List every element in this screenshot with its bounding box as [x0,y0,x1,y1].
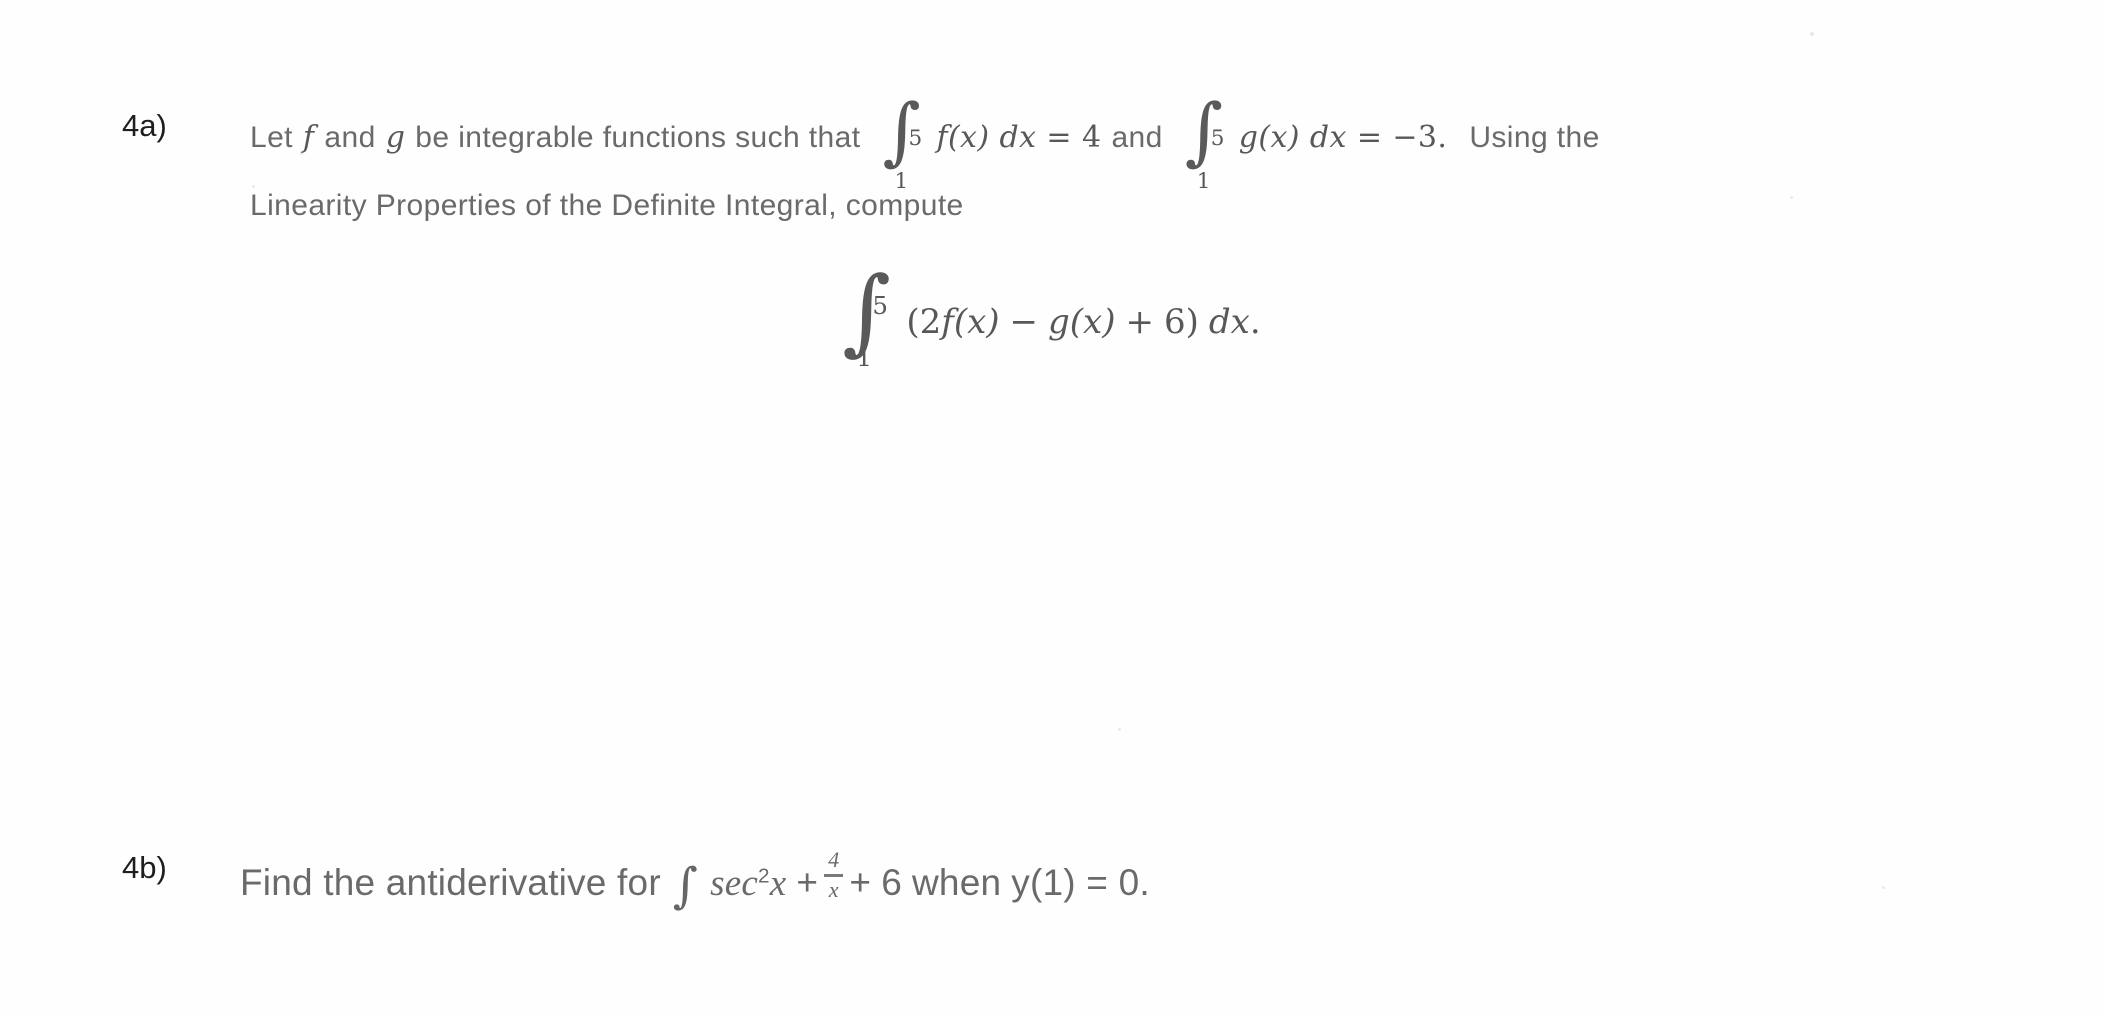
text-linearity-properties: Linearity Properties of the Definite Int… [250,189,964,222]
integral-lower-limit: 1 [894,169,909,195]
integral-lower-limit: 1 [856,343,872,373]
problem-4a-label: 4a) [122,108,167,143]
minus-sign: − [1009,302,1039,342]
integrand-fx: f(x) [936,120,990,155]
plus-sign-2: + [849,862,872,904]
function-sec: sec [710,863,758,905]
plus-sign-1: + [796,862,819,904]
initial-condition: y(1) = 0. [1011,862,1150,904]
integrand-gx: g(x) [1048,302,1116,342]
problem-4b: 4b) Find the antiderivative for ∫ sec2x +4 x… [122,847,2022,914]
text-and-2: and [1111,121,1163,154]
scan-speck [1810,32,1814,36]
definite-integral-display: ∫ 5 1 [842,265,896,372]
integrand-fx: f(x) [941,302,1000,342]
differential-dx-1: dx [999,120,1037,155]
integral-value-1: 4 [1081,120,1102,155]
integral-value-2: −3. [1392,120,1448,155]
text-find-antiderivative: Find the antiderivative for [240,862,661,904]
definite-integral-1: ∫ 5 1 [882,95,926,194]
equals-sign-2: = [1356,120,1383,155]
open-paren: ( [906,302,920,342]
plus-sign: + [1125,302,1155,342]
text-be-integrable: be integrable functions such that [415,121,861,154]
fraction-denominator: x [828,876,839,902]
integral-upper-limit: 5 [908,126,923,152]
text-when: when [912,862,1002,904]
fraction-numerator: 4 [828,847,840,873]
problem-4a-line-2: Linearity Properties of the Definite Int… [250,172,2082,240]
math-var-f: f [302,120,315,155]
constant-6: 6 [1164,302,1186,342]
differential-dx-display: dx [1208,302,1250,342]
fraction-4-over-x: 4x [824,847,844,902]
integral-upper-limit: 5 [1210,126,1225,152]
close-paren: ) [1185,302,1199,342]
problem-4b-body: Find the antiderivative for ∫ sec2x +4 x +6 wh… [240,847,2022,914]
problem-4a-body: Let f and g be integrable functions such tha… [250,95,2082,240]
indefinite-integral-sign-icon: ∫ [672,857,699,914]
period: . [1249,302,1261,342]
scan-speck [1118,728,1121,731]
exponent-2: 2 [757,864,770,888]
scanned-page: 4a) Let f and g be integrable functions such… [0,0,2103,1019]
differential-dx-2: dx [1309,120,1347,155]
equals-sign-1: = [1046,120,1072,155]
problem-4a: 4a) Let f and g be integrable functions such… [122,95,2082,240]
text-using-the: Using the [1469,121,1600,154]
integrand-gx: g(x) [1238,120,1300,155]
integral-upper-limit: 5 [872,291,888,321]
display-equation-4a: ∫ 5 1 (2f(x) − g(x) +6) dx. [0,265,2103,372]
definite-integral-2: ∫ 5 1 [1185,95,1229,194]
constant-6: 6 [881,862,903,904]
math-var-g: g [385,120,406,155]
problem-4b-label: 4b) [122,850,167,885]
integral-lower-limit: 1 [1196,169,1211,195]
text-and-1: and [324,121,376,154]
coefficient-2: 2 [919,302,942,342]
variable-x: x [769,863,787,905]
problem-4a-line-1: Let f and g be integrable functions such tha… [250,95,2082,194]
text-let: Let [250,121,293,154]
